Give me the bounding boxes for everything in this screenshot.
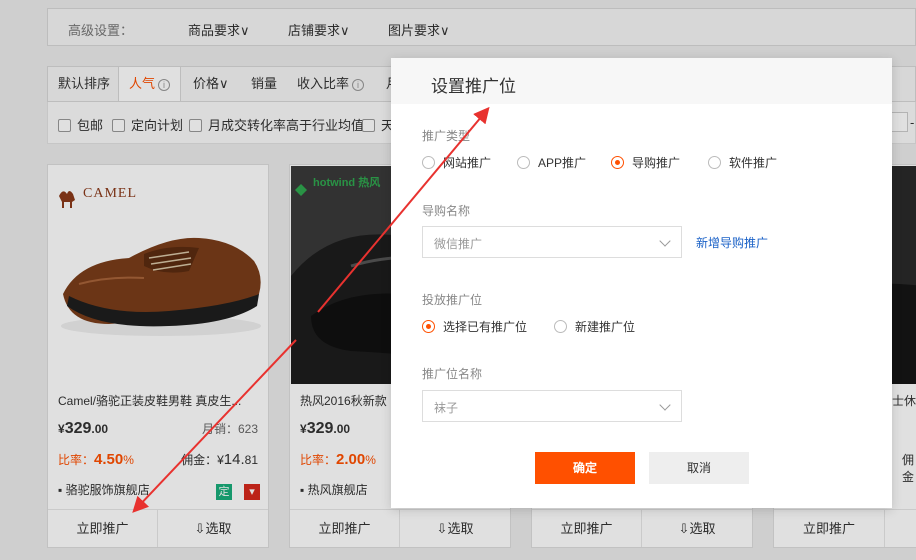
radio-software-promotion[interactable]: 软件推广	[708, 154, 777, 171]
radio-app-promotion[interactable]: APP推广	[517, 154, 586, 171]
slot-name-label: 推广位名称	[422, 367, 483, 381]
radio-guide-promotion[interactable]: 导购推广	[611, 154, 680, 171]
radio-existing-slot[interactable]: 选择已有推广位	[422, 318, 527, 335]
guide-name-select[interactable]: 微信推广	[422, 226, 682, 258]
chevron-down-icon	[659, 235, 671, 247]
slot-name-select[interactable]: 袜子	[422, 390, 682, 422]
radio-selected-icon	[611, 156, 624, 169]
confirm-button[interactable]: 确定	[535, 452, 635, 484]
placement-label: 投放推广位	[422, 293, 483, 307]
add-guide-promotion-link[interactable]: 新增导购推广	[696, 234, 768, 251]
dialog-header: 设置推广位	[391, 58, 892, 104]
guide-name-label: 导购名称	[422, 204, 471, 218]
dialog-title: 设置推广位	[431, 77, 516, 96]
radio-icon	[708, 156, 721, 169]
radio-icon	[554, 320, 567, 333]
radio-icon	[422, 156, 435, 169]
cancel-button[interactable]: 取消	[649, 452, 749, 484]
radio-icon	[517, 156, 530, 169]
radio-selected-icon	[422, 320, 435, 333]
radio-new-slot[interactable]: 新建推广位	[554, 318, 635, 335]
chevron-down-icon	[659, 399, 671, 411]
set-promotion-slot-dialog: 设置推广位 推广类型 网站推广 APP推广 导购推广 软件推广 导购名称 微信推…	[391, 58, 892, 508]
radio-website-promotion[interactable]: 网站推广	[422, 154, 491, 171]
promo-type-label: 推广类型	[422, 129, 471, 143]
